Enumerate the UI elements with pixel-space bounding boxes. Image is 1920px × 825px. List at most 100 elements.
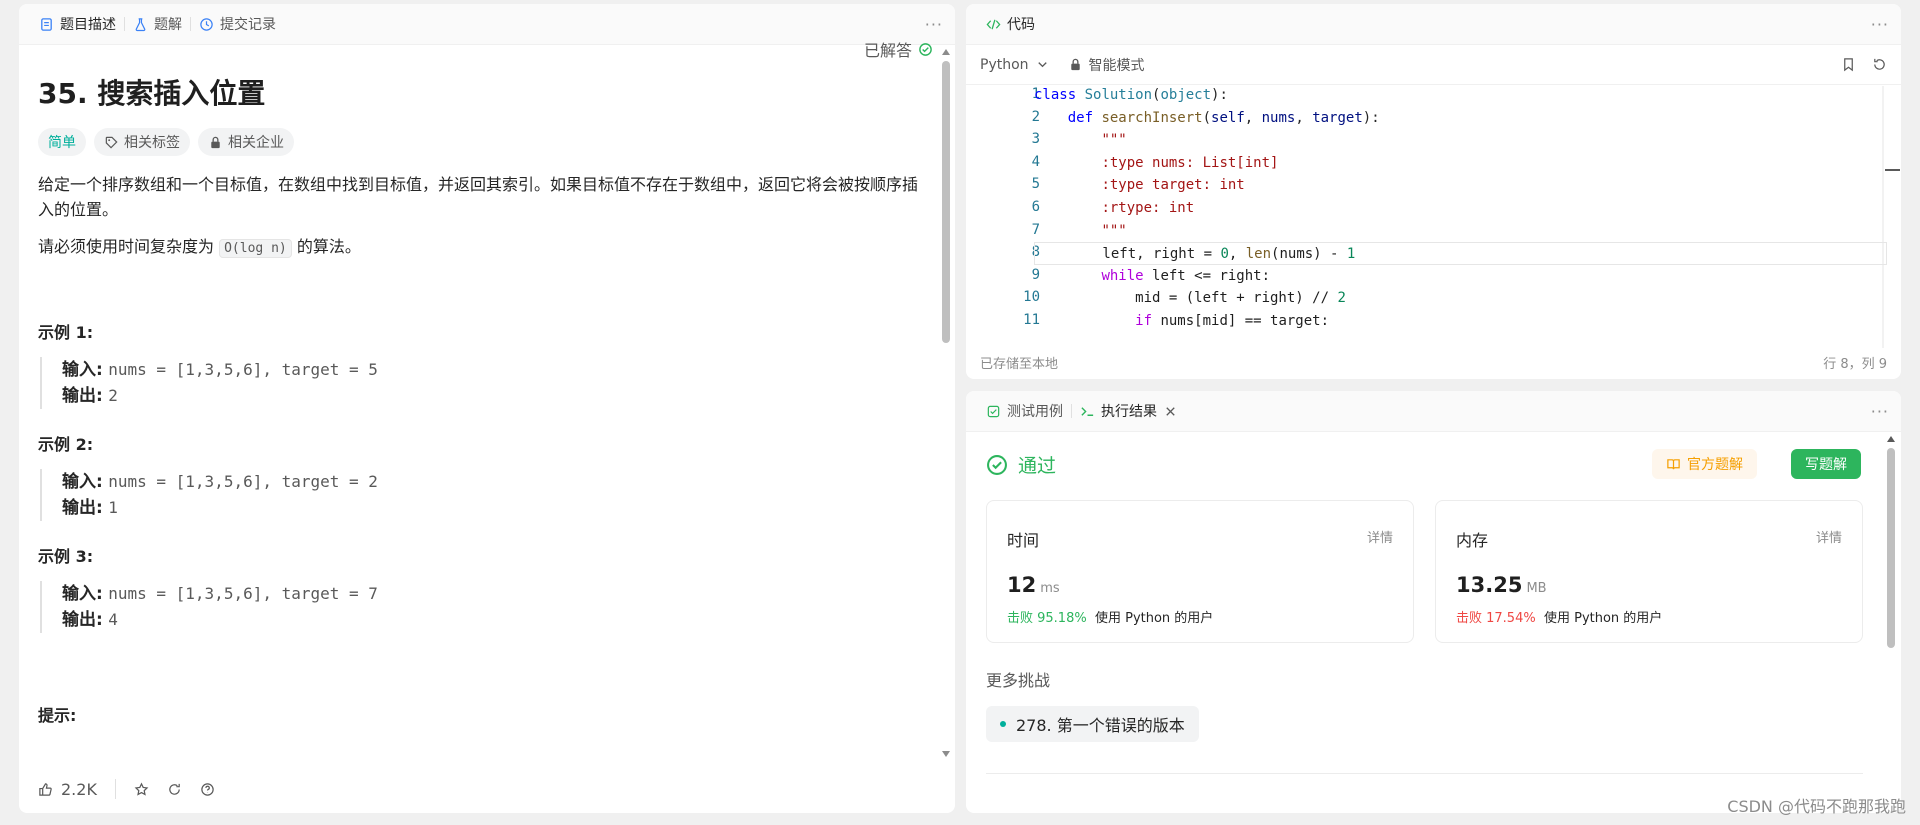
related-companies-button[interactable]: 相关企业 — [198, 128, 294, 156]
output-label: 输出: — [62, 386, 103, 406]
tab-code[interactable]: 代码 — [978, 4, 1043, 44]
runtime-value: 12 — [1007, 573, 1037, 597]
runtime-label: 时间 — [1007, 531, 1040, 550]
code-line[interactable]: :type nums: List[int] — [1034, 152, 1887, 175]
line-number: 3 — [1031, 131, 1040, 148]
problem-title: 35. 搜索插入位置 — [38, 77, 266, 110]
lock-icon — [211, 136, 220, 148]
like-count: 2.2K — [61, 779, 97, 799]
code-line[interactable]: mid = (left + right) // 2 — [1034, 287, 1887, 310]
code-line[interactable]: :rtype: int — [1034, 197, 1887, 220]
share-icon[interactable] — [167, 782, 182, 797]
document-icon — [41, 17, 52, 31]
challenge-label: 278. 第一个错误的版本 — [1016, 716, 1185, 735]
example-block: 输入: nums = [1,3,5,6], target = 5 输出: 2 — [40, 357, 920, 409]
output-label: 输出: — [62, 610, 103, 630]
like-button[interactable]: 2.2K — [38, 780, 97, 799]
more-options-icon[interactable]: ··· — [1871, 15, 1889, 34]
result-scrollbar[interactable] — [1885, 432, 1897, 772]
challenge-link[interactable]: 278. 第一个错误的版本 — [986, 706, 1199, 742]
line-number: 1 — [1031, 86, 1040, 102]
code-line-current[interactable]: left, right = 0, len(nums) - 1 — [1034, 242, 1887, 265]
check-circle-icon — [919, 42, 932, 56]
reset-icon[interactable] — [1872, 57, 1887, 72]
checkbox-icon — [987, 405, 1000, 417]
code-line[interactable]: def searchInsert(self, nums, target): — [1034, 107, 1887, 130]
runtime-unit: ms — [1040, 581, 1060, 596]
smart-mode-toggle[interactable]: 智能模式 — [1068, 55, 1145, 75]
bookmark-icon[interactable] — [1841, 57, 1856, 72]
cursor-position: 行 8，列 9 — [1823, 356, 1887, 372]
related-tags-button[interactable]: 相关标签 — [94, 128, 190, 156]
difficulty-dot — [1000, 721, 1006, 727]
input-value: nums = [1,3,5,6], target = 7 — [108, 584, 378, 603]
example-title: 示例 3: — [38, 547, 94, 566]
tab-testcase[interactable]: 测试用例 — [978, 391, 1071, 431]
problem-tabbar: 题目描述 题解 提交记录 ··· — [19, 4, 955, 45]
code-line[interactable]: :type target: int — [1034, 174, 1887, 197]
example-title: 示例 2: — [38, 435, 94, 454]
input-value: nums = [1,3,5,6], target = 5 — [108, 360, 378, 379]
runtime-card[interactable]: 时间 详情 12 ms 击败 95.18% 使用 Python 的用户 — [986, 500, 1414, 643]
line-number: 6 — [1031, 199, 1040, 215]
memory-detail-link[interactable]: 详情 — [1816, 527, 1842, 551]
accepted-status: 通过 — [986, 451, 1056, 478]
memory-unit: MB — [1526, 581, 1547, 596]
terminal-icon — [1081, 406, 1094, 416]
line-number: 11 — [1023, 312, 1040, 328]
output-value: 4 — [108, 610, 118, 629]
problem-description: 给定一个排序数组和一个目标值，在数组中找到目标值，并返回其索引。如果目标值不存在… — [38, 172, 920, 261]
star-icon[interactable] — [134, 781, 149, 797]
code-actions — [1841, 57, 1887, 72]
flask-icon — [135, 17, 146, 31]
write-solution-button[interactable]: 写题解 — [1791, 449, 1861, 479]
help-icon[interactable] — [200, 782, 215, 797]
tab-solutions[interactable]: 题解 — [125, 4, 190, 44]
scrollbar-track[interactable] — [941, 45, 951, 765]
code-panel: 代码 ··· Python 智能模式 1 class Solution(obje… — [966, 4, 1901, 379]
official-solution-button[interactable]: 官方题解 — [1652, 449, 1757, 479]
problem-scrollbar[interactable] — [941, 45, 951, 765]
output-value: 2 — [108, 386, 118, 405]
clock-icon — [200, 17, 213, 31]
example-block: 输入: nums = [1,3,5,6], target = 7 输出: 4 — [40, 581, 920, 633]
problem-content: 35. 搜索插入位置 简单 相关标签 相关企业 给定一个排序数组和一个目标值，在… — [19, 45, 939, 765]
code-footer: 已存储至本地 行 8，列 9 — [966, 345, 1901, 379]
memory-beat-text: 使用 Python 的用户 — [1543, 611, 1663, 626]
solved-status: 已解答 — [864, 37, 933, 61]
check-circle-icon — [987, 454, 1007, 475]
tab-description-label: 题目描述 — [60, 17, 116, 33]
tab-description[interactable]: 题目描述 — [31, 4, 124, 44]
difficulty-badge[interactable]: 简单 — [38, 128, 86, 156]
output-label: 输出: — [62, 498, 103, 518]
code-line[interactable]: if nums[mid] == target: — [1034, 310, 1887, 333]
code-line[interactable]: class Solution(object): — [1034, 84, 1887, 107]
line-number: 7 — [1031, 221, 1040, 238]
code-icon — [986, 19, 1001, 29]
complexity-text-post: 的算法。 — [296, 237, 361, 256]
code-line[interactable]: while left <= right: — [1034, 265, 1887, 288]
hints-heading: 提示: — [38, 706, 77, 725]
more-options-icon[interactable]: ··· — [1871, 402, 1889, 421]
tab-result[interactable]: 执行结果 — [1072, 391, 1186, 431]
related-tags-label: 相关标签 — [124, 135, 180, 151]
output-value: 1 — [108, 498, 118, 517]
language-select[interactable]: Python — [980, 57, 1050, 73]
smart-mode-label: 智能模式 — [1088, 57, 1145, 74]
runtime-detail-link[interactable]: 详情 — [1367, 527, 1393, 551]
input-value: nums = [1,3,5,6], target = 2 — [108, 472, 378, 491]
problem-footer: 2.2K — [19, 765, 955, 813]
runtime-beat-text: 使用 Python 的用户 — [1094, 611, 1214, 626]
close-icon[interactable] — [1163, 404, 1178, 419]
code-line[interactable]: """ — [1034, 220, 1887, 243]
more-options-icon[interactable]: ··· — [925, 15, 943, 34]
input-label: 输入: — [62, 472, 103, 492]
line-number: 5 — [1031, 176, 1040, 193]
minimap-scrollbar[interactable] — [1881, 86, 1901, 348]
chevron-down-icon — [1037, 62, 1047, 68]
memory-label: 内存 — [1456, 531, 1489, 550]
code-line[interactable]: """ — [1034, 129, 1887, 152]
memory-card[interactable]: 内存 详情 13.25 MB 击败 17.54% 使用 Python 的用户 — [1435, 500, 1863, 643]
tab-submissions[interactable]: 提交记录 — [191, 4, 284, 44]
code-editor[interactable]: 1 class Solution(object): 2 def searchIn… — [966, 86, 1901, 348]
